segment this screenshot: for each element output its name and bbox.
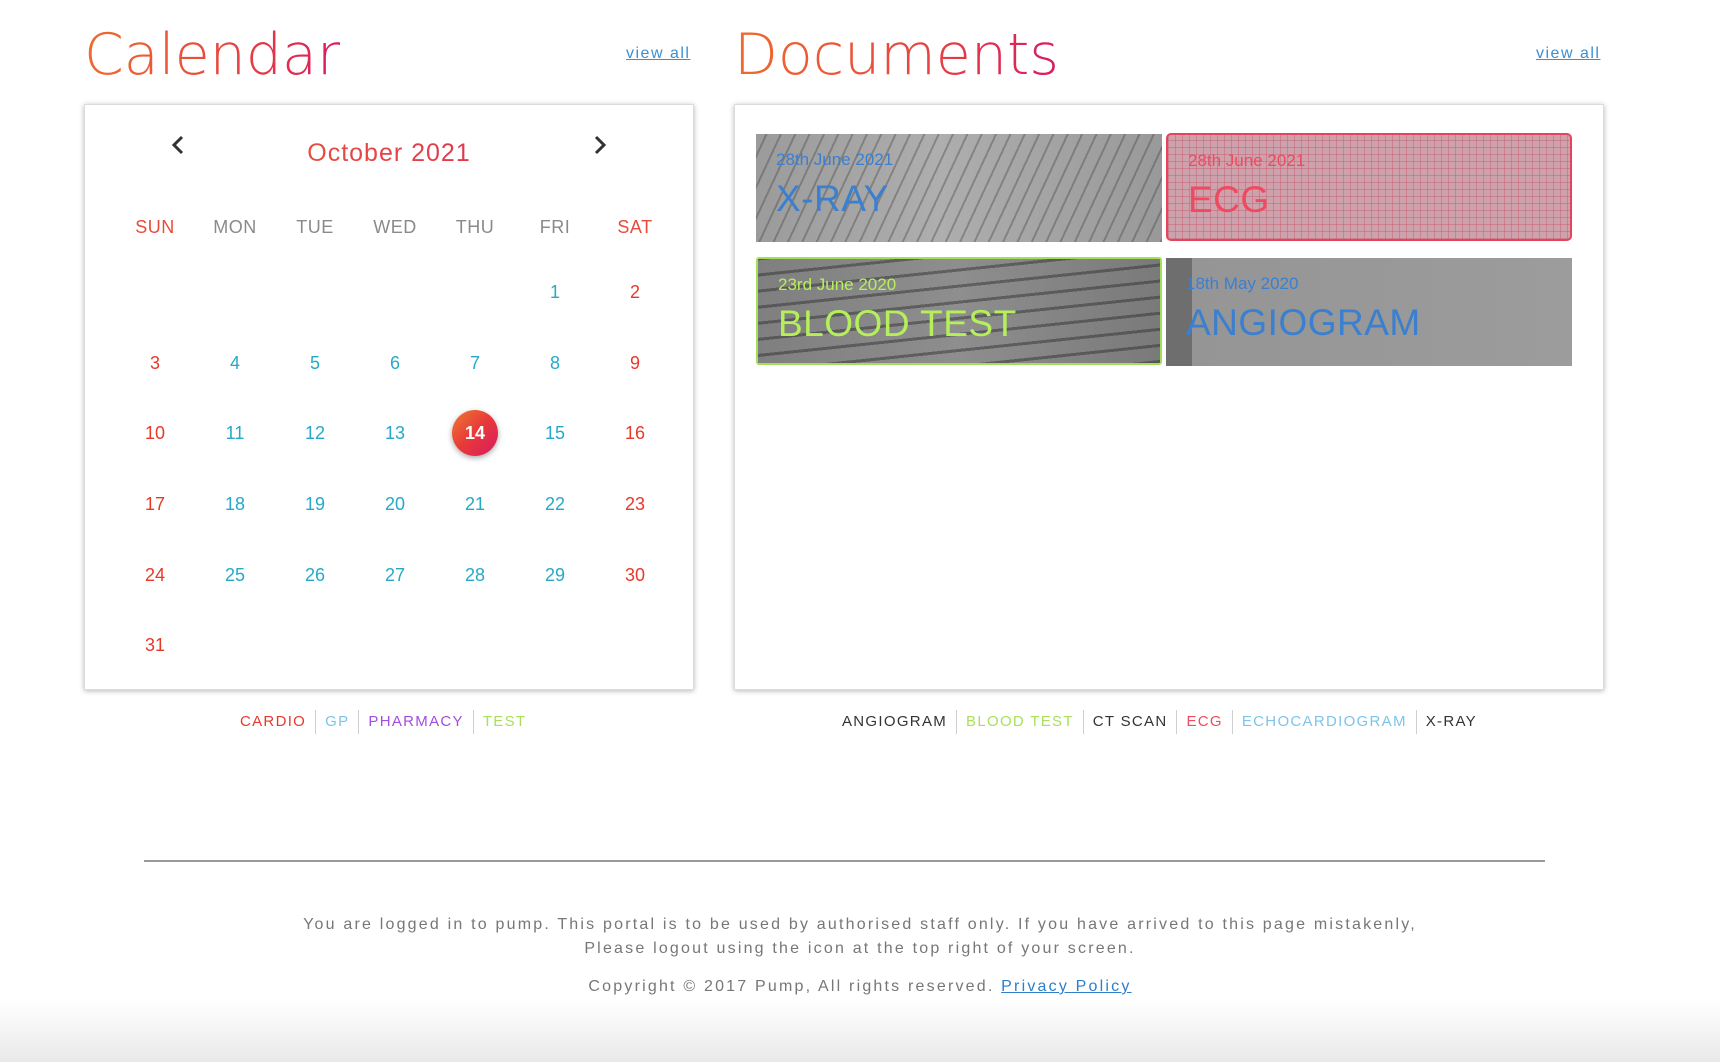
- calendar-day[interactable]: 4: [212, 340, 258, 386]
- document-date: 28th June 2021: [776, 150, 894, 169]
- weekday-label: FRI: [539, 216, 571, 237]
- calendar-empty-cell: [612, 622, 658, 668]
- document-tile-blood-test[interactable]: 23rd June 2020 BLOOD TEST: [756, 257, 1162, 365]
- calendar-view-all-link[interactable]: view all: [626, 45, 690, 63]
- calendar-day[interactable]: 22: [532, 481, 578, 527]
- calendar-day[interactable]: 5: [292, 340, 338, 386]
- calendar-day[interactable]: 1: [532, 269, 578, 315]
- calendar-day[interactable]: 9: [612, 340, 658, 386]
- document-name: ANGIOGRAM: [1186, 302, 1421, 343]
- documents-title: Documents: [734, 22, 1059, 88]
- legend-item[interactable]: CARDIO: [231, 710, 317, 734]
- legend-item[interactable]: ECG: [1177, 710, 1233, 734]
- weekday-label: TUE: [296, 216, 334, 237]
- legend-item[interactable]: TEST: [474, 710, 536, 734]
- weekday-header-row: SUN MON TUE WED THU FRI SAT: [115, 205, 675, 249]
- calendar-day[interactable]: 18: [212, 481, 258, 527]
- calendar-card: October 2021 SUN MON TUE WED THU FRI SAT…: [84, 104, 694, 690]
- dashboard-page: Calendar view all October 2021 SUN MON T…: [0, 0, 1720, 1062]
- calendar-day[interactable]: 16: [612, 410, 658, 456]
- calendar-empty-cell: [452, 269, 498, 315]
- weekday-label: THU: [455, 216, 495, 237]
- calendar-week-row: 17 18 19 20 21 22 23: [115, 469, 675, 540]
- calendar-day[interactable]: 20: [372, 481, 418, 527]
- legend-item[interactable]: BLOOD TEST: [957, 710, 1084, 734]
- legend-item[interactable]: CT SCAN: [1084, 710, 1178, 734]
- calendar-day[interactable]: 3: [132, 340, 178, 386]
- calendar-day[interactable]: 24: [132, 552, 178, 598]
- calendar-empty-cell: [132, 269, 178, 315]
- calendar-day[interactable]: 13: [372, 410, 418, 456]
- calendar-legend: CARDIO GP PHARMACY TEST: [231, 710, 535, 734]
- documents-view-all-link[interactable]: view all: [1536, 45, 1600, 63]
- chevron-right-icon[interactable]: [593, 135, 607, 161]
- document-name: BLOOD TEST: [778, 303, 1017, 344]
- document-tile-angiogram[interactable]: 18th May 2020 ANGIOGRAM: [1166, 258, 1572, 366]
- calendar-week-row: 12: [115, 257, 675, 328]
- legend-item[interactable]: PHARMACY: [359, 710, 474, 734]
- footer-notice-line2: Please logout using the icon at the top …: [584, 940, 1136, 957]
- calendar-day[interactable]: 31: [132, 622, 178, 668]
- calendar-day[interactable]: 30: [612, 552, 658, 598]
- documents-legend: ANGIOGRAM BLOOD TEST CT SCAN ECG ECHOCARDIOG…: [833, 710, 1486, 734]
- calendar-day-selected[interactable]: 14: [452, 410, 498, 457]
- weekday-label: SUN: [135, 216, 175, 237]
- calendar-empty-cell: [212, 269, 258, 315]
- legend-item[interactable]: ANGIOGRAM: [833, 710, 958, 734]
- document-name: ECG: [1188, 179, 1270, 220]
- footer-copyright-line: Copyright © 2017 Pump, All rights reserv…: [0, 978, 1720, 996]
- copyright-text: Copyright © 2017 Pump, All rights reserv…: [588, 978, 995, 995]
- calendar-day[interactable]: 28: [452, 552, 498, 598]
- calendar-empty-cell: [452, 622, 498, 668]
- document-tile-ecg[interactable]: 28th June 2021 ECG: [1166, 133, 1572, 241]
- calendar-day[interactable]: 26: [292, 552, 338, 598]
- document-date: 18th May 2020: [1186, 274, 1299, 293]
- calendar-day[interactable]: 19: [292, 481, 338, 527]
- footer-notice-line1: You are logged in to pump. This portal i…: [303, 916, 1417, 933]
- calendar-week-row: 31: [115, 610, 675, 681]
- calendar-day[interactable]: 12: [292, 410, 338, 456]
- calendar-day[interactable]: 6: [372, 340, 418, 386]
- document-name: X-RAY: [776, 178, 889, 219]
- documents-card: 28th June 2021 X-RAY 28th June 2021 ECG …: [734, 104, 1604, 690]
- calendar-weeks: 1 2 3 4 5 6 7 8 9 10 11 12 13 14 15 16 17 18 19 20 21 22 23 24 2…: [115, 257, 675, 681]
- calendar-day[interactable]: 23: [612, 481, 658, 527]
- calendar-grid: SUN MON TUE WED THU FRI SAT 1 2 3 4 5 6 7 8 9 10 1…: [115, 205, 675, 681]
- calendar-day[interactable]: 17: [132, 481, 178, 527]
- bottom-fade: [0, 1000, 1720, 1062]
- footer-divider: [144, 860, 1545, 862]
- weekday-label: SAT: [617, 216, 653, 237]
- legend-item[interactable]: GP: [316, 710, 360, 734]
- legend-item[interactable]: X-RAY: [1417, 710, 1486, 734]
- weekday-label: MON: [213, 216, 257, 237]
- calendar-empty-cell: [212, 622, 258, 668]
- calendar-day[interactable]: 25: [212, 552, 258, 598]
- calendar-day[interactable]: 10: [132, 410, 178, 456]
- privacy-policy-link[interactable]: Privacy Policy: [1001, 978, 1131, 995]
- calendar-day[interactable]: 8: [532, 340, 578, 386]
- document-date: 23rd June 2020: [778, 275, 897, 294]
- weekday-label: WED: [373, 216, 417, 237]
- calendar-day[interactable]: 29: [532, 552, 578, 598]
- calendar-empty-cell: [372, 622, 418, 668]
- calendar-day[interactable]: 7: [452, 340, 498, 386]
- calendar-empty-cell: [532, 622, 578, 668]
- document-date: 28th June 2021: [1188, 151, 1306, 170]
- calendar-day[interactable]: 2: [612, 269, 658, 315]
- calendar-week-row: 3456789: [115, 328, 675, 399]
- calendar-empty-cell: [292, 622, 338, 668]
- calendar-day[interactable]: 27: [372, 552, 418, 598]
- calendar-day[interactable]: 21: [452, 481, 498, 527]
- document-tile-xray[interactable]: 28th June 2021 X-RAY: [756, 134, 1162, 242]
- legend-item[interactable]: ECHOCARDIOGRAM: [1233, 710, 1417, 734]
- calendar-week-row: 24 25 26 27 28 29 30: [115, 539, 675, 610]
- calendar-empty-cell: [372, 269, 418, 315]
- calendar-empty-cell: [292, 269, 338, 315]
- calendar-title: Calendar: [84, 22, 341, 88]
- calendar-day[interactable]: 11: [212, 410, 258, 456]
- calendar-day[interactable]: 15: [532, 410, 578, 456]
- calendar-week-row: 10 11 12 13 14 15 16: [115, 398, 675, 469]
